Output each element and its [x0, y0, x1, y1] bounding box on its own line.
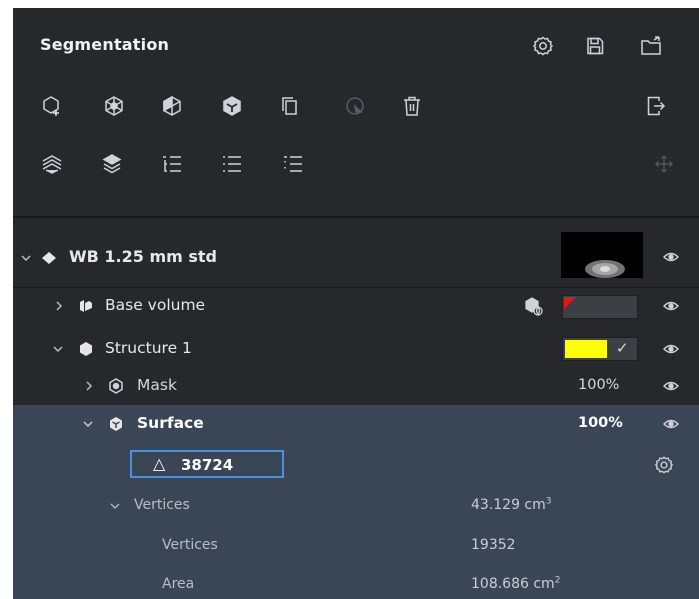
structure-label: Structure 1 [105, 339, 192, 357]
disabled-tool-icon [343, 94, 367, 118]
surface-visibility-icon[interactable] [523, 295, 545, 317]
root-label: WB 1.25 mm std [69, 247, 217, 266]
settings-icon[interactable] [652, 453, 676, 477]
eye-icon[interactable] [660, 296, 682, 316]
structure-icon[interactable] [102, 94, 126, 118]
tree-row-mask[interactable]: Mask 100% [13, 368, 699, 404]
segmentation-panel: Segmentation WB 1.25 mm std Base volume … [13, 8, 699, 599]
eye-icon[interactable] [660, 376, 682, 396]
structure-surface-icon[interactable] [220, 94, 244, 118]
panel-title: Segmentation [40, 35, 170, 54]
structure-icon [77, 340, 95, 358]
surface-label: Surface [137, 414, 204, 432]
list-indent-icon[interactable] [160, 152, 184, 176]
chevron-right-icon[interactable] [53, 299, 65, 313]
check-icon: ✓ [616, 339, 629, 357]
mask-opacity[interactable]: 100% [578, 377, 619, 393]
property-group-vertices[interactable]: Vertices 43.129 cm3 [13, 492, 699, 522]
tree-row-root[interactable]: WB 1.25 mm std [13, 231, 699, 285]
delete-icon[interactable] [400, 94, 424, 118]
toolbar-divider [13, 216, 699, 218]
chevron-down-icon[interactable] [81, 417, 95, 431]
surface-opacity[interactable]: 100% [578, 415, 623, 431]
chevron-down-icon[interactable] [19, 251, 33, 265]
chevron-right-icon[interactable] [83, 379, 95, 393]
surface-icon [107, 415, 125, 433]
volume-thumbnail [561, 232, 643, 278]
property-value: 19352 [471, 537, 516, 553]
copy-icon[interactable] [278, 94, 302, 118]
save-icon[interactable] [583, 34, 607, 58]
eye-icon[interactable] [660, 414, 682, 434]
structure-color-swatch [565, 340, 607, 358]
property-label: Vertices [162, 537, 218, 553]
chevron-down-icon[interactable] [109, 500, 121, 512]
triangle-icon: △ [153, 454, 166, 473]
tree-row-base-volume[interactable]: Base volume [13, 288, 699, 324]
add-structure-icon[interactable] [40, 94, 64, 118]
layers-expand-icon[interactable] [40, 152, 64, 176]
structure-mask-icon[interactable] [160, 94, 184, 118]
base-volume-icon [77, 297, 95, 315]
eye-icon[interactable] [660, 339, 682, 359]
triangle-count-value: 38724 [181, 456, 234, 474]
list-icon[interactable] [220, 152, 244, 176]
triangle-count-field[interactable]: △ 38724 [130, 450, 284, 478]
settings-icon[interactable] [531, 34, 555, 58]
structure-color-picker[interactable]: ✓ [562, 337, 638, 361]
move-icon [652, 152, 676, 176]
export-folder-icon[interactable] [639, 34, 665, 58]
mask-icon [107, 377, 125, 395]
chevron-down-icon[interactable] [51, 342, 65, 356]
mask-label: Mask [137, 376, 177, 394]
eye-icon[interactable] [660, 247, 682, 267]
list-outdent-icon[interactable] [281, 152, 305, 176]
tree-row-structure[interactable]: Structure 1 ✓ [13, 331, 699, 367]
property-row: Area 108.686 cm2 [13, 572, 699, 599]
property-value: 108.686 cm2 [471, 575, 561, 592]
tree-row-surface[interactable]: Surface 100% [13, 406, 699, 443]
base-volume-label: Base volume [105, 296, 206, 314]
property-label: Area [162, 576, 195, 592]
property-group-label: Vertices [134, 497, 190, 513]
volume-icon [40, 249, 58, 267]
property-group-value: 43.129 cm3 [471, 496, 552, 513]
base-volume-color-swatch[interactable] [562, 295, 638, 319]
layers-collapse-icon[interactable] [100, 152, 124, 176]
exit-icon[interactable] [644, 94, 668, 118]
property-row: Vertices 19352 [13, 532, 699, 562]
